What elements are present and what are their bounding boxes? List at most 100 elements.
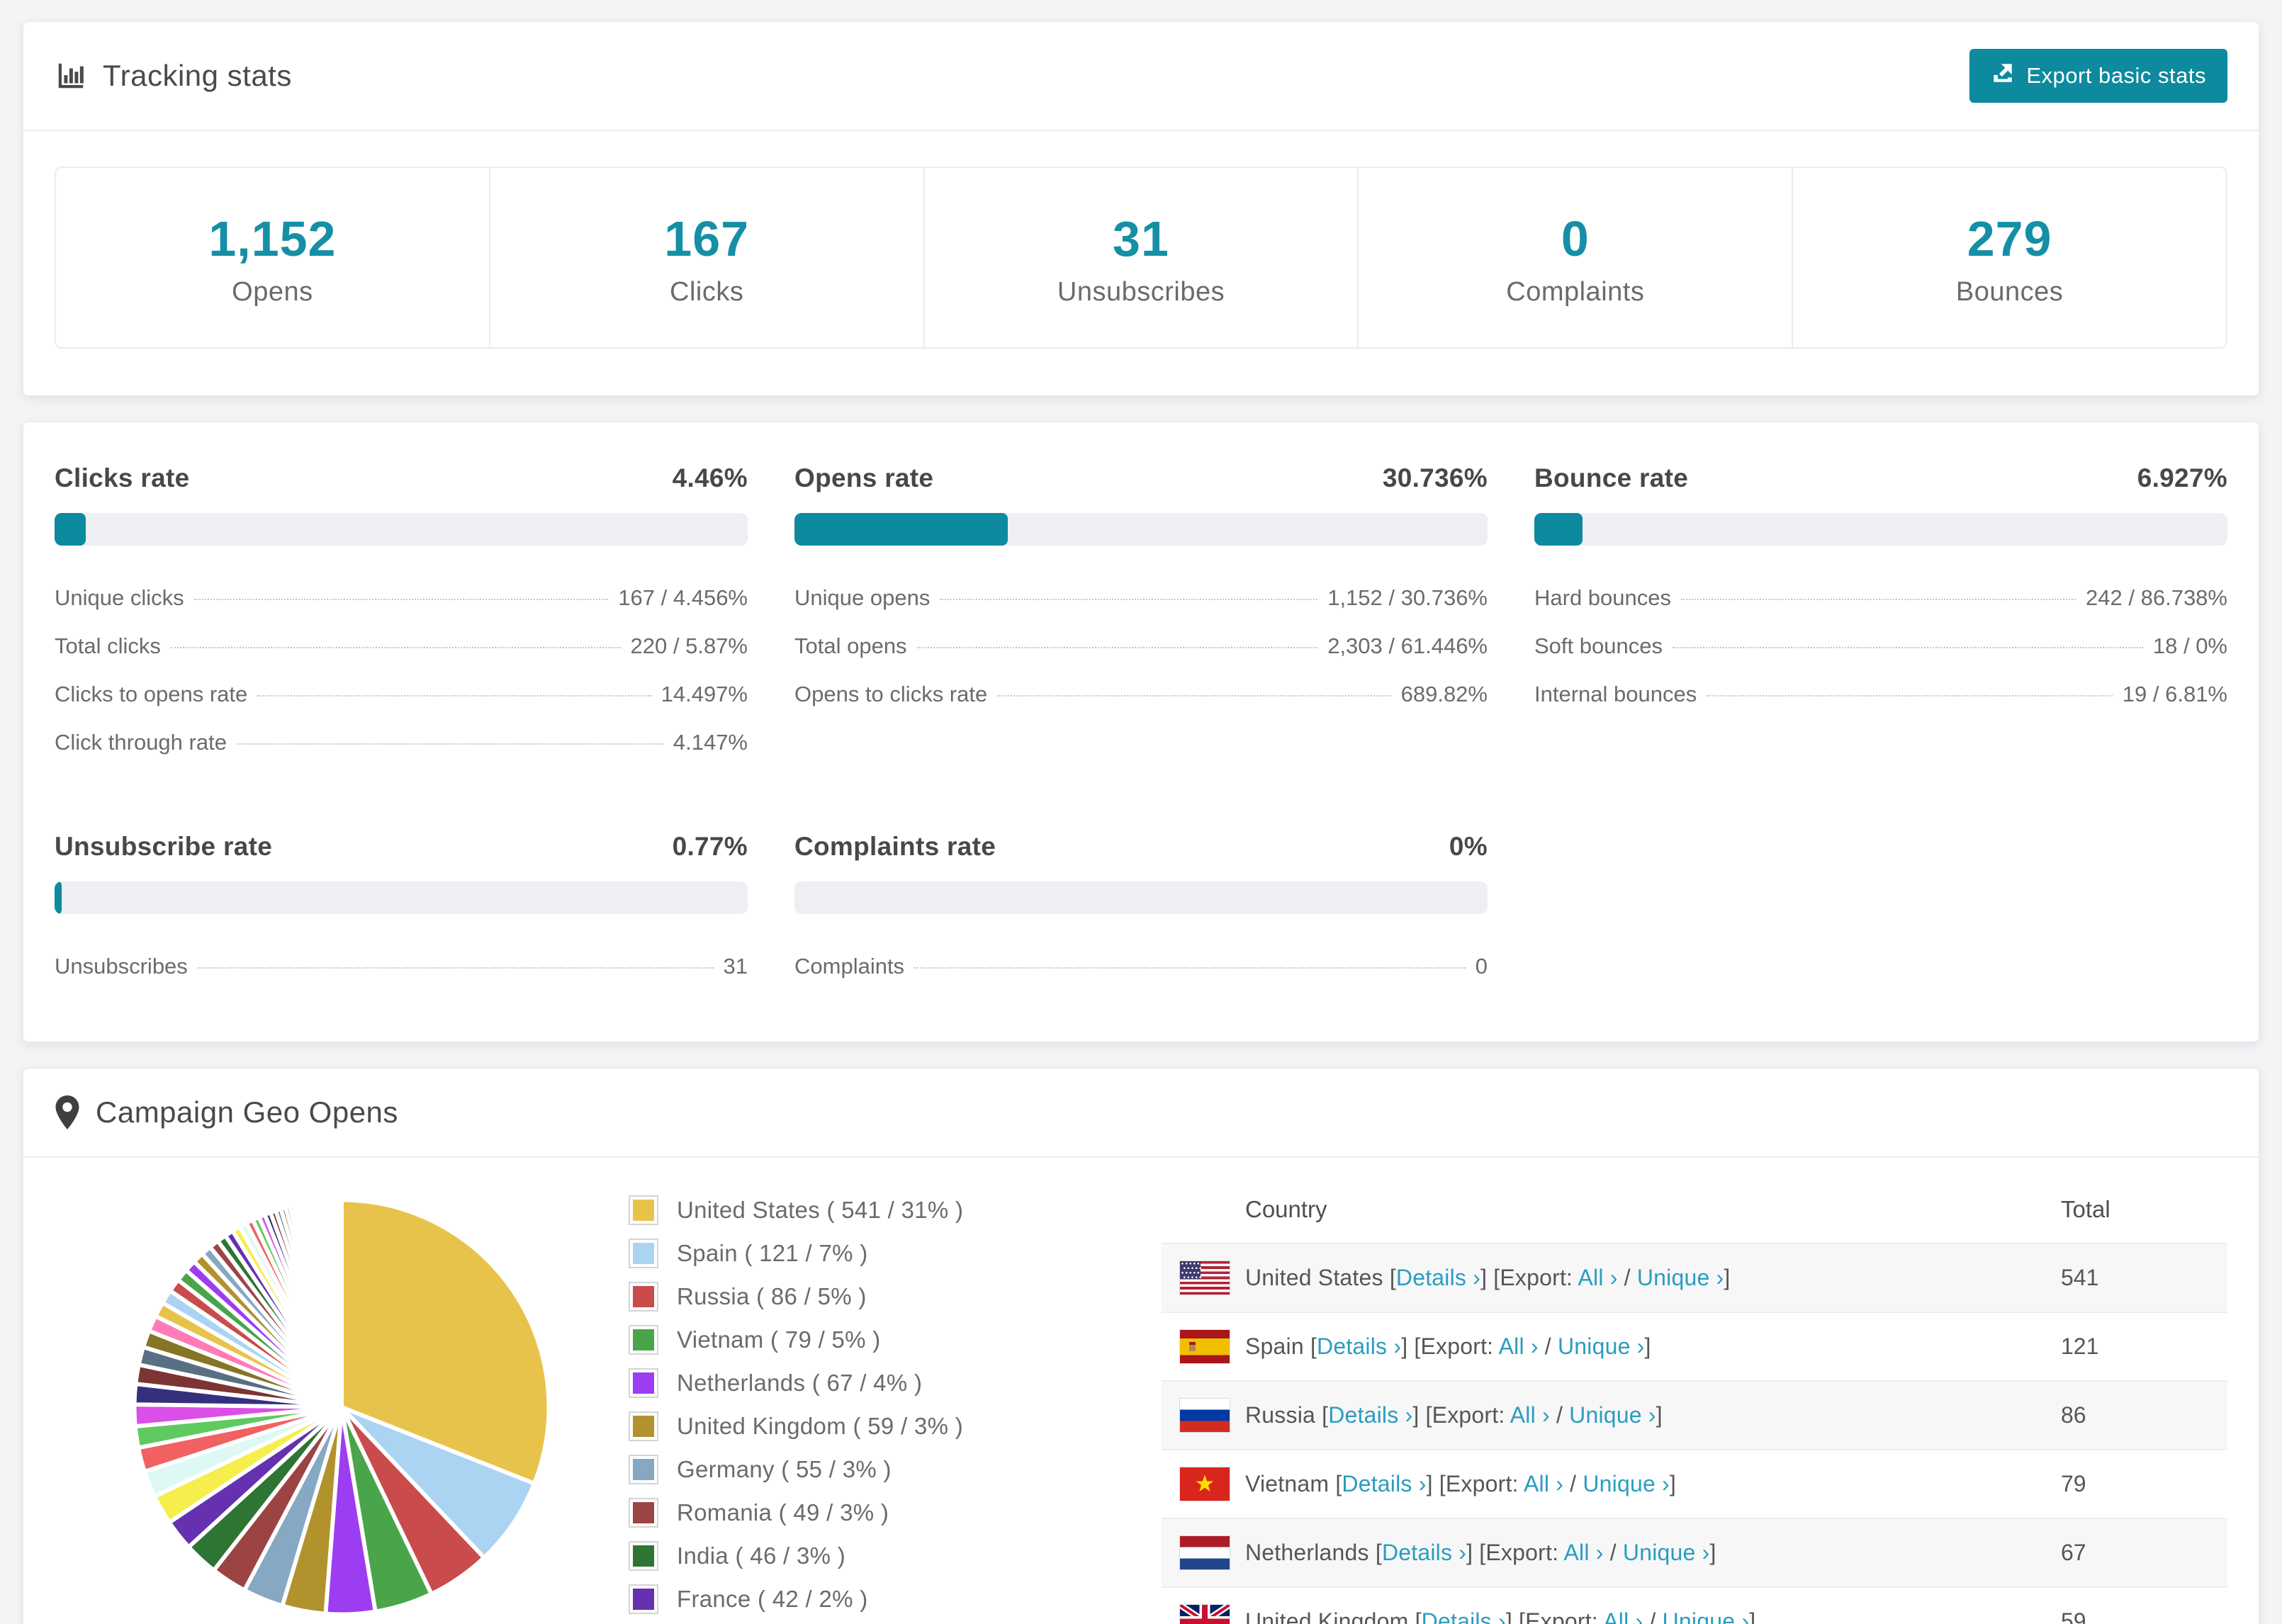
tracking-stats-card: Tracking stats Export basic stats 1,152 … <box>23 21 2259 396</box>
bracket: ] [ <box>1480 1265 1500 1290</box>
geo-body: United States ( 541 / 31% ) Spain ( 121 … <box>23 1158 2259 1624</box>
rate-title: Opens rate <box>794 463 934 492</box>
rate-row-value: 242 / 86.738% <box>2086 585 2227 610</box>
export-prefix: Export: <box>1445 1471 1524 1496</box>
details-link[interactable]: Details › <box>1342 1471 1426 1496</box>
total-cell: 67 <box>2061 1540 2086 1565</box>
export-all-link[interactable]: All › <box>1578 1265 1617 1290</box>
legend-item: India ( 46 / 3% ) <box>629 1540 1118 1572</box>
rate-block: Bounce rate 6.927% Hard bounces 242 / 86… <box>1534 463 2227 767</box>
vn-flag-icon <box>1162 1450 1245 1518</box>
rate-row-value: 0 <box>1475 954 1488 979</box>
bracket: ] [ <box>1401 1333 1421 1359</box>
dotted-leader <box>916 647 1318 648</box>
rate-progress-track <box>794 881 1488 914</box>
legend-item: United Kingdom ( 59 / 3% ) <box>629 1411 1118 1442</box>
stat-value: 0 <box>1561 211 1590 266</box>
rate-progress-fill <box>55 513 86 546</box>
bracket: ] <box>1724 1265 1731 1290</box>
legend-swatch <box>629 1541 658 1571</box>
dotted-leader <box>997 695 1391 697</box>
stat-value: 1,152 <box>208 211 337 266</box>
rate-detail-row: Unique opens 1,152 / 30.736% <box>794 574 1488 622</box>
rate-detail-row: Clicks to opens rate 14.497% <box>55 670 748 718</box>
us-flag-icon <box>1162 1244 1245 1312</box>
geo-table-row: United Kingdom [Details ›] [Export: All … <box>1162 1587 2227 1624</box>
details-link[interactable]: Details › <box>1396 1265 1480 1290</box>
bracket: [ <box>1415 1608 1422 1624</box>
export-all-link[interactable]: All › <box>1564 1540 1604 1565</box>
summary-stat: 1,152 Opens <box>56 168 489 347</box>
summary-stats-row: 1,152 Opens 167 Clicks 31 Unsubscribes 0… <box>55 167 2227 349</box>
legend-item: France ( 42 / 2% ) <box>629 1584 1118 1615</box>
slash: / <box>1549 1402 1570 1428</box>
export-basic-stats-button[interactable]: Export basic stats <box>1969 49 2227 103</box>
export-prefix: Export: <box>1500 1265 1578 1290</box>
flag-column-header <box>1162 1175 1245 1244</box>
total-cell: 121 <box>2061 1333 2099 1359</box>
stat-label: Unsubscribes <box>1057 277 1225 307</box>
slash: / <box>1538 1333 1558 1359</box>
rate-row-label: Unsubscribes <box>55 954 188 979</box>
bracket: ] [ <box>1426 1471 1446 1496</box>
total-cell: 59 <box>2061 1608 2086 1624</box>
legend-swatch <box>629 1239 658 1268</box>
rate-row-label: Opens to clicks rate <box>794 682 988 706</box>
stat-value: 279 <box>1967 211 2052 266</box>
rate-row-label: Hard bounces <box>1534 585 1672 610</box>
rate-detail-rows: Unsubscribes 31 <box>55 942 748 991</box>
geo-pie-wrap <box>55 1175 629 1624</box>
slash: / <box>1563 1471 1583 1496</box>
bracket: ] [ <box>1412 1402 1432 1428</box>
bracket: [ <box>1389 1265 1396 1290</box>
geo-legend: United States ( 541 / 31% ) Spain ( 121 … <box>629 1175 1118 1624</box>
tracking-stats-title-text: Tracking stats <box>103 59 292 92</box>
export-prefix: Export: <box>1485 1540 1564 1565</box>
export-all-link[interactable]: All › <box>1510 1402 1550 1428</box>
details-link[interactable]: Details › <box>1382 1540 1466 1565</box>
export-unique-link[interactable]: Unique › <box>1558 1333 1645 1359</box>
country-name: United Kingdom <box>1245 1608 1415 1624</box>
rate-value: 6.927% <box>2137 463 2227 492</box>
bracket: [ <box>1375 1540 1382 1565</box>
details-link[interactable]: Details › <box>1422 1608 1506 1624</box>
rate-detail-row: Total clicks 220 / 5.87% <box>55 622 748 670</box>
export-all-link[interactable]: All › <box>1603 1608 1643 1624</box>
dotted-leader <box>170 647 621 648</box>
geo-table-row: Russia [Details ›] [Export: All › / Uniq… <box>1162 1381 2227 1450</box>
rate-row-label: Total opens <box>794 633 907 658</box>
total-cell: 79 <box>2061 1471 2086 1496</box>
rate-progress-track <box>55 513 748 546</box>
rate-row-label: Unique clicks <box>55 585 184 610</box>
rate-detail-row: Hard bounces 242 / 86.738% <box>1534 574 2227 622</box>
export-unique-link[interactable]: Unique › <box>1623 1540 1710 1565</box>
dotted-leader <box>1672 647 2143 648</box>
rate-row-value: 18 / 0% <box>2152 633 2227 658</box>
legend-item: Germany ( 55 / 3% ) <box>629 1454 1118 1485</box>
stat-value: 31 <box>1113 211 1169 266</box>
legend-swatch <box>629 1282 658 1312</box>
legend-item: Netherlands ( 67 / 4% ) <box>629 1368 1118 1399</box>
export-unique-link[interactable]: Unique › <box>1637 1265 1724 1290</box>
legend-label: France ( 42 / 2% ) <box>677 1586 868 1612</box>
details-link[interactable]: Details › <box>1317 1333 1401 1359</box>
gb-flag-icon <box>1162 1587 1245 1624</box>
export-all-link[interactable]: All › <box>1524 1471 1563 1496</box>
rate-detail-row: Total opens 2,303 / 61.446% <box>794 622 1488 670</box>
export-icon <box>1991 61 2015 91</box>
rates-card: Clicks rate 4.46% Unique clicks 167 / 4.… <box>23 422 2259 1042</box>
rate-row-value: 167 / 4.456% <box>618 585 748 610</box>
slash: / <box>1643 1608 1663 1624</box>
rate-row-value: 4.147% <box>673 730 748 755</box>
export-unique-link[interactable]: Unique › <box>1569 1402 1656 1428</box>
country-name: Vietnam <box>1245 1471 1336 1496</box>
export-unique-link[interactable]: Unique › <box>1663 1608 1750 1624</box>
legend-label: United States ( 541 / 31% ) <box>677 1197 964 1223</box>
rate-title: Unsubscribe rate <box>55 832 273 861</box>
slash: / <box>1617 1265 1637 1290</box>
details-link[interactable]: Details › <box>1328 1402 1412 1428</box>
total-column-header: Total <box>2061 1196 2110 1222</box>
export-unique-link[interactable]: Unique › <box>1583 1471 1670 1496</box>
ru-flag-icon <box>1162 1381 1245 1450</box>
export-all-link[interactable]: All › <box>1499 1333 1539 1359</box>
